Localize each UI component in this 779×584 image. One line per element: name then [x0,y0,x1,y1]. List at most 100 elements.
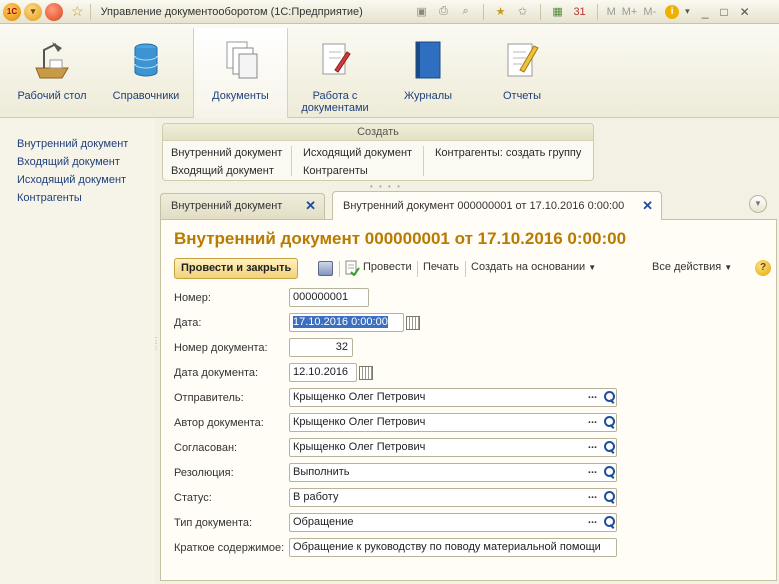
calculator-icon[interactable]: ▦ [550,4,566,20]
summary-field[interactable]: Обращение к руководству по поводу матери… [289,538,617,557]
status-label: Статус: [174,492,212,504]
open-magnifier-icon[interactable] [602,388,615,407]
tab-internal-document-form[interactable]: Внутренний документ 000000001 от 17.10.2… [332,191,662,220]
section-desktop[interactable]: Рабочий стол [14,24,90,118]
info-dropdown-icon[interactable]: ▾ [685,6,690,17]
author-field[interactable]: Крыщенко Олег Петрович [289,413,617,432]
nav-counterparties[interactable]: Контрагенты [17,189,155,207]
calendar-icon[interactable] [359,366,373,380]
create-outgoing-document[interactable]: Исходящий документ [303,147,412,159]
memory-mplus-button[interactable]: M+ [622,6,638,18]
save-icon[interactable] [318,261,333,276]
post-and-close-button[interactable]: Провести и закрыть [174,258,299,279]
open-magnifier-icon[interactable] [602,463,615,482]
create-based-on-button[interactable]: Создать на основании ▼ [471,261,596,273]
section-label: Работа с документами [301,90,369,114]
tab-label: Внутренний документ [171,200,283,212]
create-separator [423,146,424,176]
section-journals[interactable]: Журналы [392,24,464,118]
save-icon[interactable]: ▣ [414,4,430,20]
memory-m-button[interactable]: M [607,6,616,18]
select-ellipsis-icon[interactable]: ... [586,463,599,482]
tab-label: Внутренний документ 000000001 от 17.10.2… [343,200,625,212]
title-bar: 1С ▾ ☆ Управление документооборотом (1С:… [0,0,779,24]
panel-resize-grip[interactable]: • • • • [370,182,402,191]
toolbar-separator [596,3,598,20]
create-counterparty[interactable]: Контрагенты [303,165,368,177]
command-separator [417,261,418,277]
sender-field[interactable]: Крыщенко Олег Петрович [289,388,617,407]
doc-number-label: Номер документа: [174,342,268,354]
section-catalogs[interactable]: Справочники [108,24,184,118]
number-field[interactable]: 000000001 [289,288,369,307]
status-field[interactable]: В работу [289,488,617,507]
history-icon[interactable]: ✩ [515,4,531,20]
memory-mminus-button[interactable]: M- [643,6,656,18]
open-magnifier-icon[interactable] [602,513,615,532]
nav-internal-document[interactable]: Внутренний документ [17,135,155,153]
create-counterparty-group[interactable]: Контрагенты: создать группу [435,147,581,159]
create-internal-document[interactable]: Внутренний документ [171,147,282,159]
status-row: Статус: В работу ... [174,488,774,508]
info-icon[interactable]: i [665,4,680,19]
open-magnifier-icon[interactable] [602,438,615,457]
back-icon[interactable] [45,2,63,21]
1c-logo-icon[interactable]: 1С [3,2,21,21]
close-tab-icon[interactable]: ✕ [642,192,653,220]
resolution-row: Резолюция: Выполнить ... [174,463,774,483]
date-row: Дата: 17.10.2016 0:00:00 [174,313,774,333]
report-pencil-icon [507,43,539,77]
close-icon[interactable]: ✕ [740,5,750,19]
documents-icon [226,41,257,79]
post-button[interactable]: Провести [363,261,412,273]
sections-panel: Рабочий стол Справочники Документы Работ… [0,24,779,118]
select-ellipsis-icon[interactable]: ... [586,388,599,407]
date-label: Дата: [174,317,202,329]
number-row: Номер: 000000001 [174,288,774,308]
print-icon[interactable]: ⎙ [436,4,452,20]
help-icon[interactable]: ? [755,260,771,276]
tabs-dropdown-icon[interactable]: ▼ [749,195,767,213]
select-ellipsis-icon[interactable]: ... [586,513,599,532]
main-menu-icon[interactable]: ▾ [24,2,42,21]
tab-internal-document-list[interactable]: Внутренний документ ✕ [160,193,325,219]
all-actions-label: Все действия [652,261,722,273]
add-favorite-icon[interactable]: ★ [493,4,509,20]
select-ellipsis-icon[interactable]: ... [586,438,599,457]
title-separator [89,3,91,20]
resolution-field[interactable]: Выполнить [289,463,617,482]
calendar-icon[interactable]: 31 [572,4,588,20]
calendar-icon[interactable] [406,316,420,330]
open-magnifier-icon[interactable] [602,488,615,507]
section-reports[interactable]: Отчеты [490,24,554,118]
section-documents[interactable]: Документы [193,28,288,118]
section-label: Рабочий стол [17,90,87,102]
create-incoming-document[interactable]: Входящий документ [171,165,274,177]
favorites-star-icon[interactable]: ☆ [71,3,84,20]
maximize-icon[interactable]: □ [720,5,727,19]
summary-label: Краткое содержимое: [174,542,285,554]
nav-incoming-document[interactable]: Входящий документ [17,153,155,171]
open-windows-tabs: Внутренний документ ✕ Внутренний докумен… [160,191,779,220]
doc-type-field[interactable]: Обращение [289,513,617,532]
resolution-label: Резолюция: [174,467,234,479]
section-work-with-documents[interactable]: Работа с документами [296,24,374,118]
open-magnifier-icon[interactable] [602,413,615,432]
print-button[interactable]: Печать [423,261,459,273]
all-actions-button[interactable]: Все действия ▼ [652,261,732,273]
nav-outgoing-document[interactable]: Исходящий документ [17,171,155,189]
date-field[interactable]: 17.10.2016 0:00:00 [289,313,404,332]
panel-splitter[interactable]: ⋮ ⋮ [152,337,160,351]
close-tab-icon[interactable]: ✕ [305,194,316,218]
approved-field[interactable]: Крыщенко Олег Петрович [289,438,617,457]
doc-number-field[interactable]: 32 [289,338,353,357]
navigation-panel: Внутренний документ Входящий документ Ис… [0,118,155,584]
select-ellipsis-icon[interactable]: ... [586,488,599,507]
sender-row: Отправитель: Крыщенко Олег Петрович ... [174,388,774,408]
minimize-icon[interactable]: _ [702,5,709,19]
post-document-icon[interactable] [344,260,360,276]
approved-row: Согласован: Крыщенко Олег Петрович ... [174,438,774,458]
select-ellipsis-icon[interactable]: ... [586,413,599,432]
preview-icon[interactable]: ⌕ [458,4,474,20]
doc-date-field[interactable]: 12.10.2016 [289,363,357,382]
